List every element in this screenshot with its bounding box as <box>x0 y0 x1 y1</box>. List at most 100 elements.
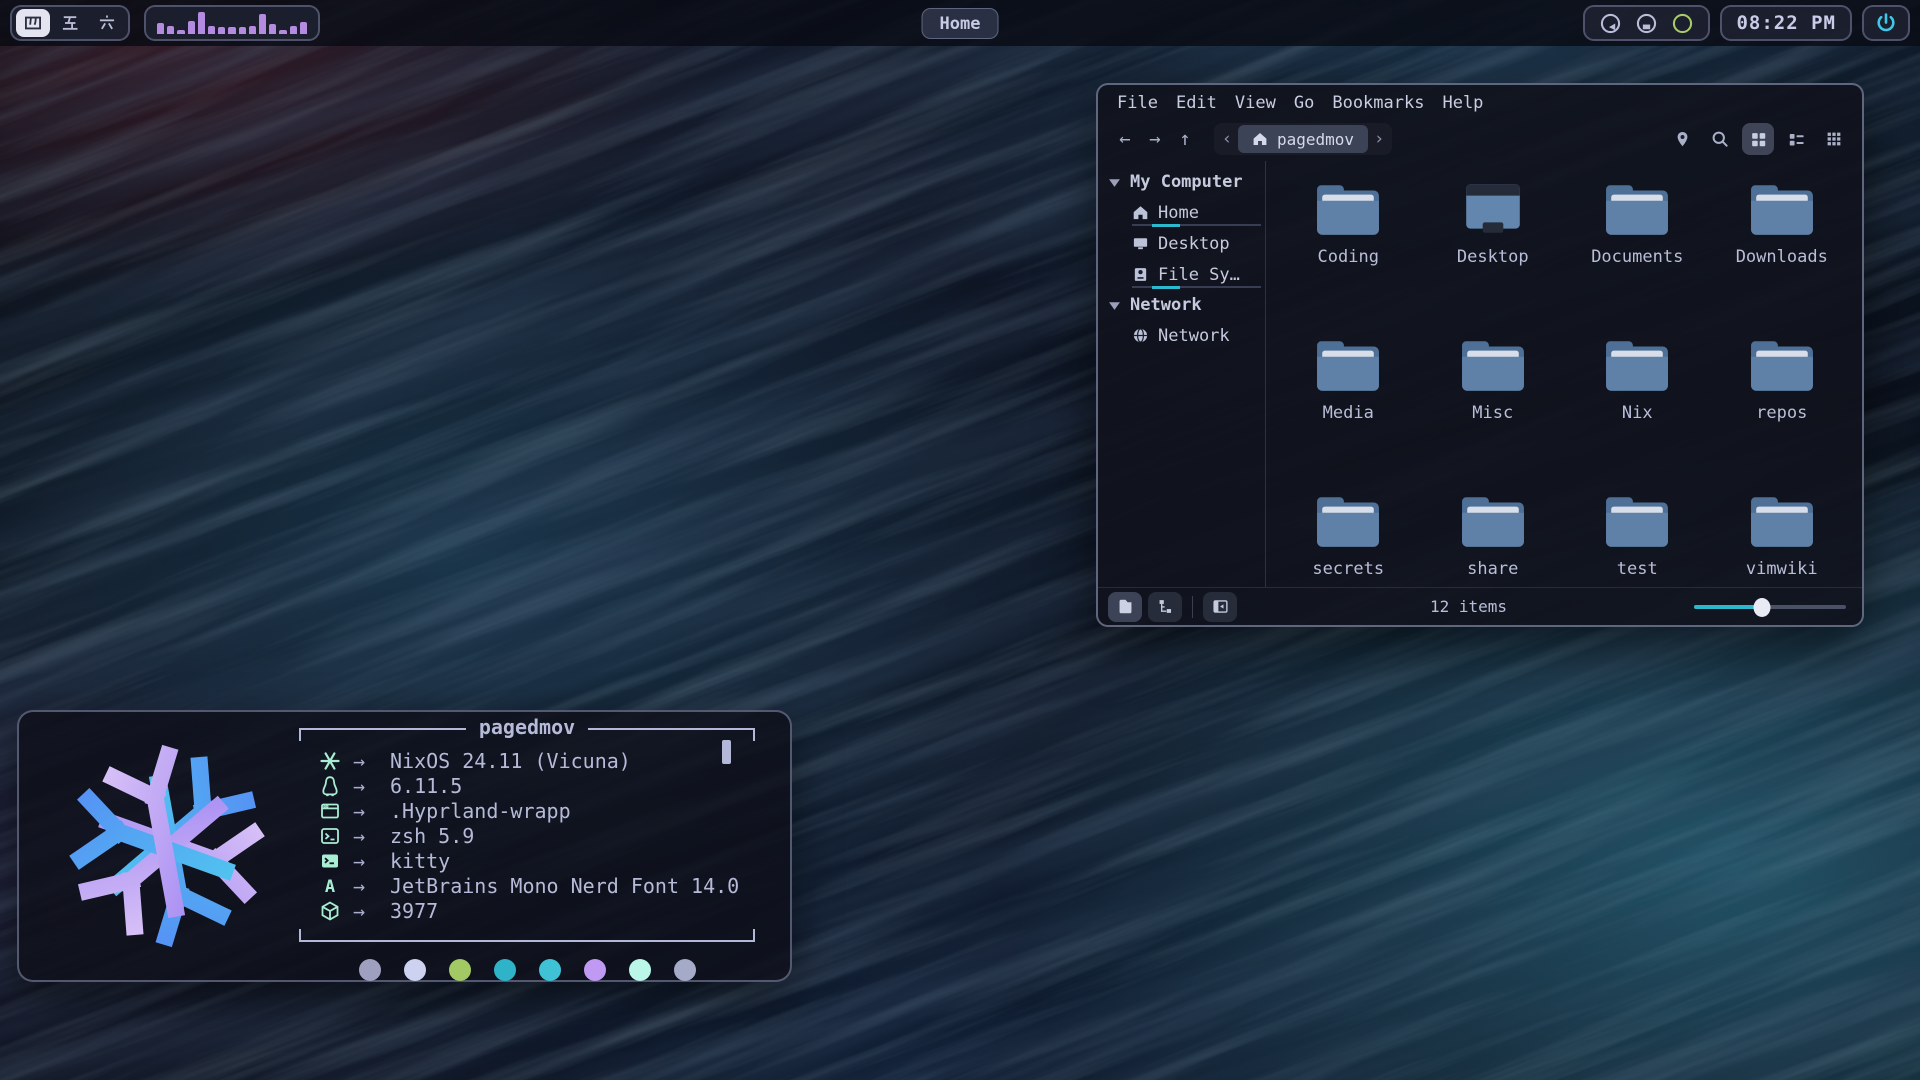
menu-bookmarks[interactable]: Bookmarks <box>1323 93 1433 113</box>
sidebar-item-network[interactable]: Network <box>1108 320 1265 351</box>
file-item-secrets[interactable]: secrets <box>1276 479 1421 587</box>
active-window-pill[interactable]: Home <box>922 8 999 39</box>
folder-icon <box>1749 493 1815 549</box>
file-item-share[interactable]: share <box>1421 479 1566 587</box>
fetch-row-font: A → JetBrains Mono Nerd Font 14.0 <box>319 873 755 898</box>
file-item-downloads[interactable]: Downloads <box>1710 167 1855 323</box>
icon-view-button[interactable] <box>1742 123 1774 155</box>
file-item-label: Downloads <box>1736 247 1828 267</box>
path-scroll-right-icon[interactable]: › <box>1368 129 1390 149</box>
places-pane-button[interactable] <box>1108 592 1142 622</box>
menu-help[interactable]: Help <box>1433 93 1492 113</box>
terminal-window[interactable]: pagedmov → NixOS 24.11 (Vicuna) → 6.11.5 <box>17 710 792 982</box>
workspace-5[interactable] <box>53 9 87 37</box>
pin-icon <box>1673 130 1692 149</box>
file-item-misc[interactable]: Misc <box>1421 323 1566 479</box>
volume-indicator-icon[interactable] <box>1599 12 1622 35</box>
output-indicator-icon[interactable] <box>1635 12 1658 35</box>
folder-icon <box>1604 181 1670 237</box>
folder-icon <box>1749 337 1815 393</box>
expander-triangle-icon[interactable] <box>1108 176 1121 189</box>
zoom-slider[interactable] <box>1694 597 1846 617</box>
power-icon <box>1874 11 1898 35</box>
file-item-label: Documents <box>1591 247 1683 267</box>
arrow-icon: → <box>353 749 390 773</box>
folder-icon <box>1315 337 1381 393</box>
compact-view-button[interactable] <box>1780 123 1812 155</box>
path-bar: ‹ pagedmov › <box>1214 123 1392 155</box>
cursor-block <box>722 740 731 764</box>
arrow-icon: → <box>353 899 390 923</box>
menu-edit[interactable]: Edit <box>1167 93 1226 113</box>
idle-inhibitor-icon[interactable] <box>1671 12 1694 35</box>
tree-pane-button[interactable] <box>1148 592 1182 622</box>
home-icon <box>1132 204 1149 221</box>
file-item-test[interactable]: test <box>1565 479 1710 587</box>
fetch-value: JetBrains Mono Nerd Font 14.0 <box>390 874 739 898</box>
file-grid: Coding Desktop Documents <box>1266 161 1862 587</box>
file-item-documents[interactable]: Documents <box>1565 167 1710 323</box>
fetch-value: 6.11.5 <box>390 774 462 798</box>
slider-thumb[interactable] <box>1754 598 1771 617</box>
file-item-vimwiki[interactable]: vimwiki <box>1710 479 1855 587</box>
item-count: 12 items <box>1243 597 1694 616</box>
forward-button[interactable]: → <box>1140 124 1170 154</box>
file-item-desktop[interactable]: Desktop <box>1421 167 1566 323</box>
menu-view[interactable]: View <box>1226 93 1285 113</box>
visualizer-bar <box>188 21 195 34</box>
font-icon: A <box>319 875 341 897</box>
palette-dot <box>674 959 696 981</box>
home-icon <box>1252 131 1268 147</box>
file-item-label: secrets <box>1312 559 1384 579</box>
workspace-6[interactable] <box>90 9 124 37</box>
workspace-4[interactable] <box>16 9 50 37</box>
audio-visualizer[interactable] <box>144 5 320 41</box>
file-item-label: share <box>1467 559 1518 579</box>
expander-triangle-icon[interactable] <box>1108 299 1121 312</box>
menu-go[interactable]: Go <box>1285 93 1323 113</box>
back-button[interactable]: ← <box>1110 124 1140 154</box>
fetch-row-shell: → zsh 5.9 <box>319 823 755 848</box>
clock[interactable]: 08:22 PM <box>1720 5 1852 41</box>
sidebar-item-label: File Sy… <box>1158 265 1240 285</box>
path-scroll-left-icon[interactable]: ‹ <box>1216 129 1238 149</box>
terminal-color-palette <box>299 959 755 981</box>
palette-dot <box>449 959 471 981</box>
grid-view-icon <box>1749 130 1768 149</box>
status-separator <box>1192 596 1193 618</box>
folder-icon <box>1749 181 1815 237</box>
arrow-icon: → <box>353 874 390 898</box>
fetch-frame-bottom <box>299 929 755 942</box>
file-item-repos[interactable]: repos <box>1710 323 1855 479</box>
sidebar-item-filesystem[interactable]: File Sy… <box>1108 259 1265 290</box>
path-segment-home[interactable]: pagedmov <box>1238 125 1368 153</box>
palette-dot <box>494 959 516 981</box>
sidebar-item-desktop[interactable]: Desktop <box>1108 228 1265 259</box>
shell-icon <box>319 825 341 847</box>
package-icon <box>319 900 341 922</box>
desktop-icon <box>1132 235 1149 252</box>
toolbar-right-group <box>1666 123 1850 155</box>
palette-dot <box>539 959 561 981</box>
menu-file[interactable]: File <box>1108 93 1167 113</box>
hide-side-pane-button[interactable] <box>1203 592 1237 622</box>
power-button[interactable] <box>1862 5 1910 41</box>
status-tray <box>1583 5 1710 41</box>
file-item-nix[interactable]: Nix <box>1565 323 1710 479</box>
fetch-value: zsh 5.9 <box>390 824 474 848</box>
search-button[interactable] <box>1704 123 1736 155</box>
status-bar: 12 items <box>1098 587 1862 625</box>
folder-icon <box>1315 181 1381 237</box>
sidebar-section-my-computer[interactable]: My Computer <box>1108 167 1265 197</box>
sidebar-item-home[interactable]: Home <box>1108 197 1265 228</box>
file-item-coding[interactable]: Coding <box>1276 167 1421 323</box>
desktop-icon <box>1460 181 1526 237</box>
detail-view-button[interactable] <box>1818 123 1850 155</box>
workspace-switcher[interactable] <box>10 5 130 41</box>
sidebar-header-label: Network <box>1130 295 1202 315</box>
location-button[interactable] <box>1666 123 1698 155</box>
arrow-icon: → <box>353 774 390 798</box>
up-button[interactable]: ↑ <box>1170 124 1200 154</box>
sidebar-section-network[interactable]: Network <box>1108 290 1265 320</box>
file-item-media[interactable]: Media <box>1276 323 1421 479</box>
